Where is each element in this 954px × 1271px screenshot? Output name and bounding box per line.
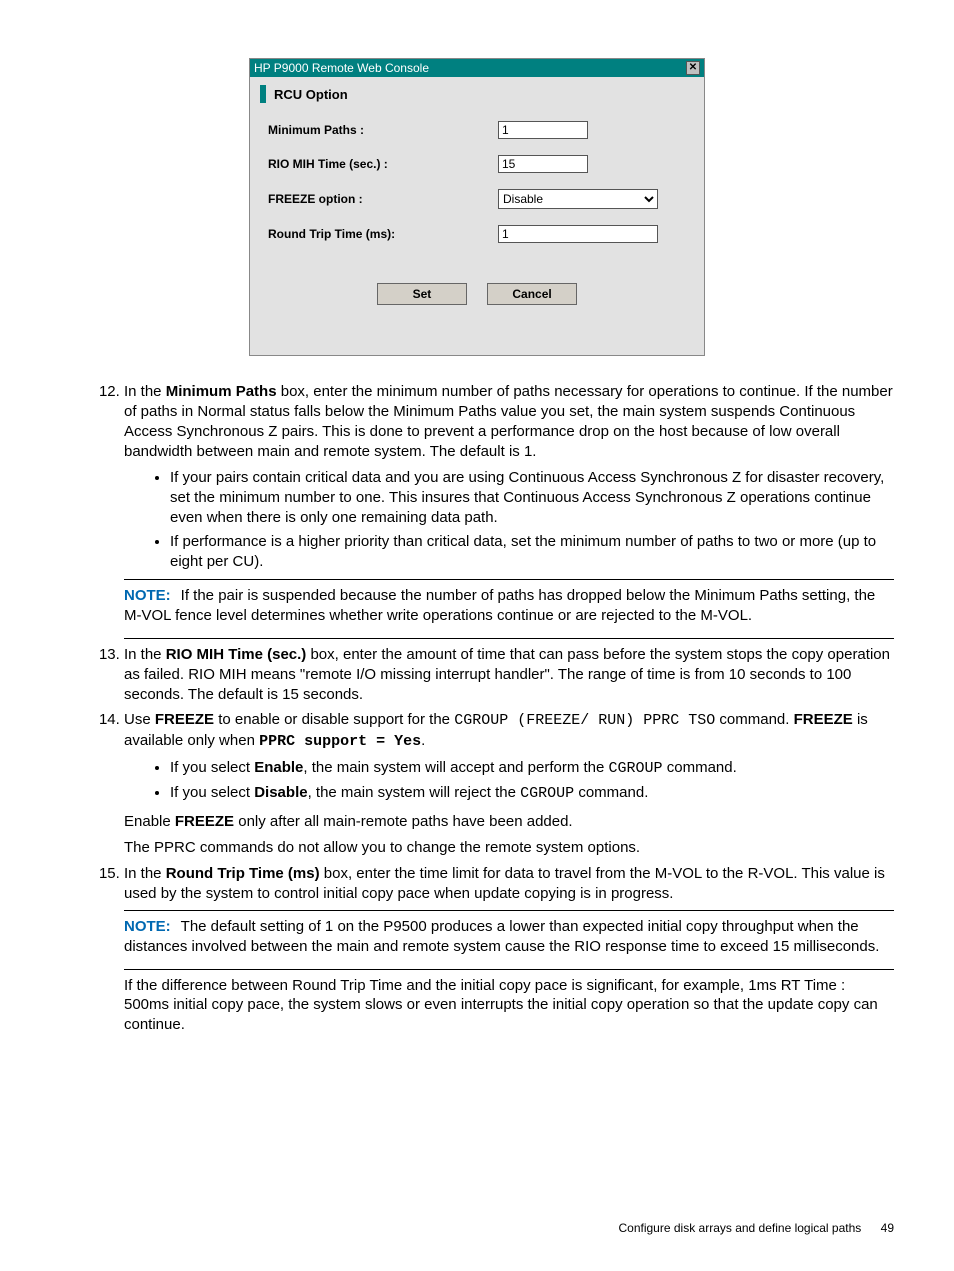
close-icon[interactable]: ✕ — [686, 61, 700, 75]
dialog-section-header: RCU Option — [250, 77, 704, 109]
step-15: In the Round Trip Time (ms) box, enter t… — [124, 864, 894, 1036]
note-divider — [124, 969, 894, 970]
rio-mih-input[interactable] — [498, 155, 588, 173]
rtt-input[interactable] — [498, 225, 658, 243]
min-paths-input[interactable] — [498, 121, 588, 139]
rtt-label: Round Trip Time (ms): — [268, 227, 498, 241]
instruction-content: In the Minimum Paths box, enter the mini… — [60, 382, 894, 1035]
step-14-bullet-1: If you select Enable, the main system wi… — [170, 758, 894, 779]
set-button[interactable]: Set — [377, 283, 467, 305]
dialog-title-text: HP P9000 Remote Web Console — [254, 61, 429, 75]
rio-mih-label: RIO MIH Time (sec.) : — [268, 157, 498, 171]
dialog-titlebar: HP P9000 Remote Web Console ✕ — [250, 59, 704, 77]
freeze-select[interactable]: Disable — [498, 189, 658, 209]
page-number: 49 — [881, 1221, 894, 1235]
step-12: In the Minimum Paths box, enter the mini… — [124, 382, 894, 639]
step-12-bullet-1: If your pairs contain critical data and … — [170, 468, 894, 528]
footer-text: Configure disk arrays and define logical… — [618, 1221, 861, 1235]
step-14: Use FREEZE to enable or disable support … — [124, 710, 894, 858]
cancel-button[interactable]: Cancel — [487, 283, 577, 305]
note-divider — [124, 638, 894, 639]
freeze-label: FREEZE option : — [268, 192, 498, 206]
step-12-note: NOTE:If the pair is suspended because th… — [124, 586, 894, 626]
step-12-bullet-2: If performance is a higher priority than… — [170, 532, 894, 572]
section-accent-bar — [260, 85, 266, 103]
step-14-bullet-2: If you select Disable, the main system w… — [170, 783, 894, 804]
step-15-note: NOTE:The default setting of 1 on the P95… — [124, 917, 894, 957]
page-footer: Configure disk arrays and define logical… — [618, 1221, 894, 1235]
rcu-option-dialog: HP P9000 Remote Web Console ✕ RCU Option… — [249, 58, 705, 356]
min-paths-label: Minimum Paths : — [268, 123, 498, 137]
note-divider — [124, 910, 894, 911]
step-13: In the RIO MIH Time (sec.) box, enter th… — [124, 645, 894, 705]
note-divider — [124, 579, 894, 580]
section-title: RCU Option — [274, 87, 348, 102]
